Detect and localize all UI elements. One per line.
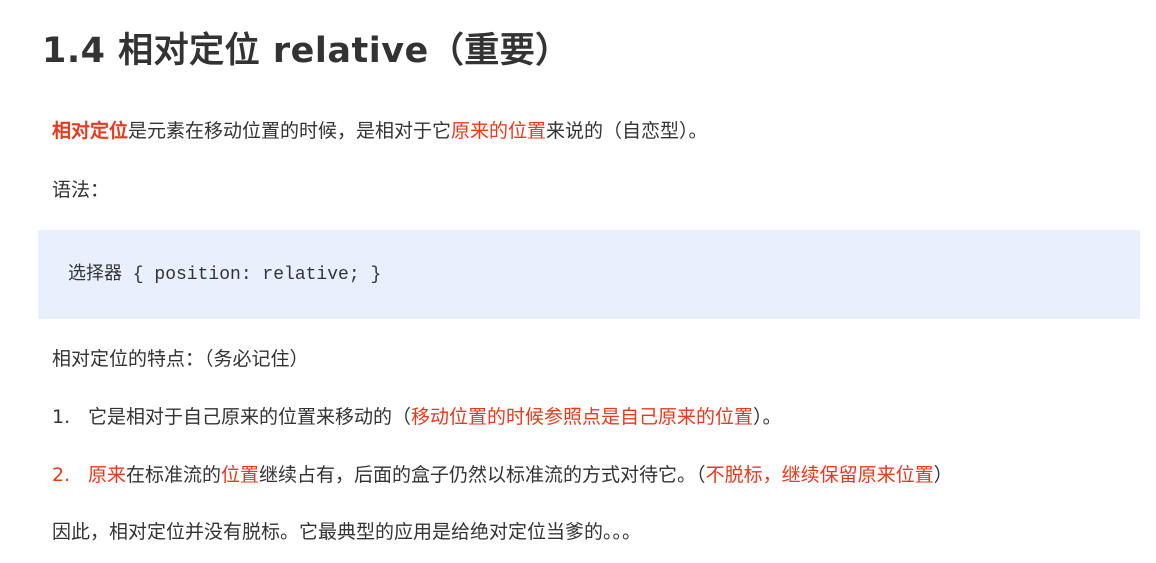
point2-highlight-3: 不脱标，继续保留原来位置 <box>705 464 934 486</box>
intro-text-1: 是元素在移动位置的时候，是相对于它 <box>128 120 452 142</box>
code-block: 选择器 { position: relative; } <box>38 230 1140 319</box>
intro-paragraph: 相对定位是元素在移动位置的时候，是相对于它原来的位置来说的（自恋型）。 <box>52 118 708 144</box>
section-heading: 1.4 相对定位 relative（重要） <box>42 31 571 71</box>
point2-highlight-1: 原来 <box>88 464 127 486</box>
point2-text-1: 在标准流的 <box>126 464 222 486</box>
point2-end: ） <box>933 464 953 486</box>
point1-highlight: 移动位置的时候参照点是自己原来的位置 <box>411 406 754 428</box>
point2-text-2: 继续占有，后面的盒子仍然以标准流的方式对待它。（ <box>259 464 706 486</box>
point1-text: 它是相对于自己原来的位置来移动的（ <box>88 406 412 428</box>
feature-point-1: 1. 它是相对于自己原来的位置来移动的（移动位置的时候参照点是自己原来的位置）。 <box>52 404 782 430</box>
intro-text-2: 来说的（自恋型）。 <box>546 120 708 142</box>
syntax-label: 语法： <box>52 179 110 201</box>
point1-end: ）。 <box>753 406 782 428</box>
code-rule: { position: relative; } <box>122 265 382 285</box>
feature-point-2: 2. 原来在标准流的位置继续占有，后面的盒子仍然以标准流的方式对待它。（不脱标，继… <box>52 462 953 488</box>
list-number-1: 1. <box>52 406 71 428</box>
point2-highlight-2: 位置 <box>221 464 260 486</box>
conclusion-paragraph: 因此，相对定位并没有脱标。它最典型的应用是给绝对定位当爹的。。。 <box>52 521 642 543</box>
features-label: 相对定位的特点：（务必记住） <box>52 348 309 370</box>
code-line: 选择器 { position: relative; } <box>68 261 381 288</box>
term-highlight: 相对定位 <box>52 120 129 142</box>
code-selector: 选择器 <box>68 263 122 284</box>
intro-highlight: 原来的位置 <box>451 120 547 142</box>
list-number-2: 2. <box>52 464 71 486</box>
